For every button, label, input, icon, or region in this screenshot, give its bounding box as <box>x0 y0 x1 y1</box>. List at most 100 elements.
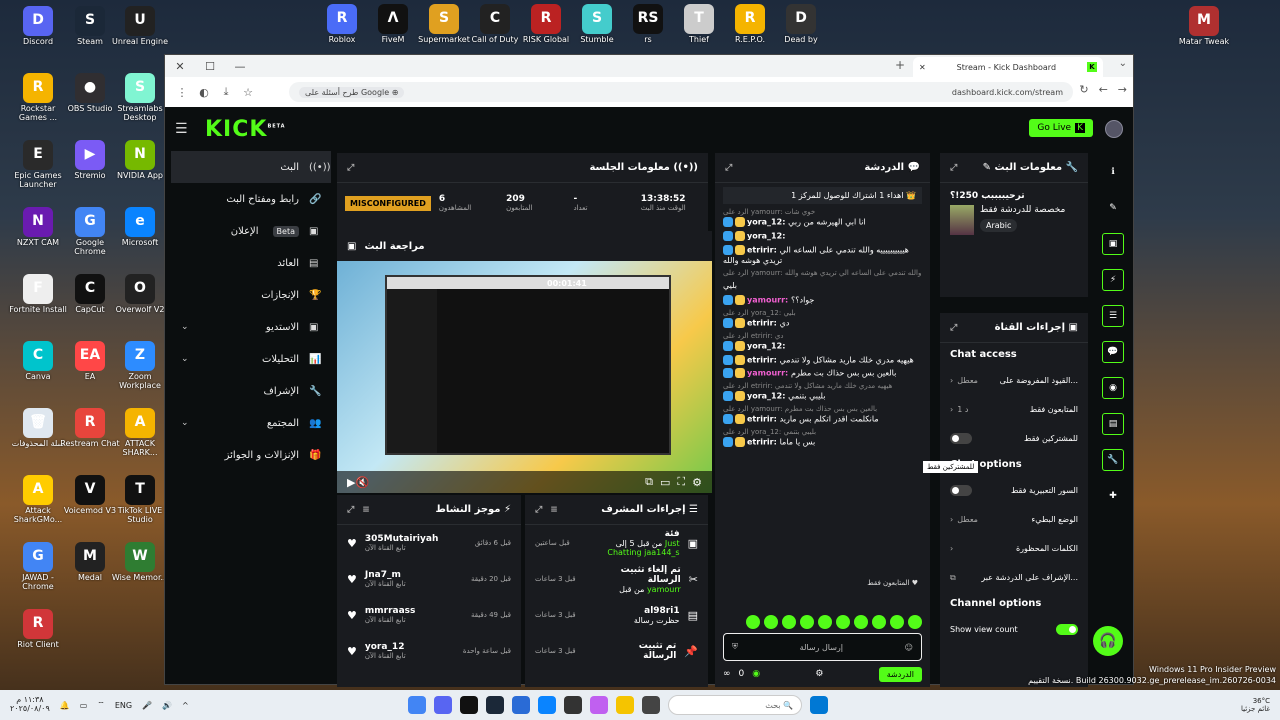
taskbar-chrome-icon[interactable] <box>408 696 426 714</box>
fullscreen-icon[interactable]: ⛶ <box>677 475 685 489</box>
sidebar-item[interactable]: 🎁 الإنزالات و الجوائز <box>171 439 331 471</box>
desktop-icon[interactable]: e Microsoft <box>110 207 170 248</box>
close-tab-icon[interactable]: ✕ <box>919 63 926 72</box>
setting-row[interactable]: › معطل الوضع البطيء <box>940 505 1088 534</box>
sidebar-item[interactable]: ⌄ 👥 المجتمع <box>171 407 331 439</box>
chat-username[interactable]: etririr: <box>747 355 780 364</box>
show-view-count-row[interactable]: Show view count <box>940 615 1088 644</box>
chat-message[interactable]: الرد على yamourr: والله تندمي على الساعه… <box>723 269 922 278</box>
desktop-icon[interactable]: T TikTok LIVE Studio <box>110 475 170 525</box>
expand-icon[interactable]: ⤢ <box>725 163 732 173</box>
avatar[interactable] <box>1105 120 1123 138</box>
desktop-icon[interactable]: A ATTACK SHARK... <box>110 408 170 458</box>
desktop-icon[interactable]: N NZXT CAM <box>8 207 68 248</box>
desktop-icon[interactable]: F Fortnite Install <box>8 274 68 315</box>
minimize-window-icon[interactable]: — <box>225 60 255 73</box>
infinity-icon[interactable]: ∞ <box>723 669 731 679</box>
chat-message[interactable]: الرد على yora_12: بليبي بتنمي etririr: بس… <box>723 428 922 448</box>
list-item[interactable]: ♥ yora_12 تابع القناة الآن قبل ساعة واحدة <box>337 633 521 669</box>
expand-icon[interactable]: ⤢ <box>347 163 354 173</box>
desktop-icon[interactable]: N NVIDIA App <box>110 140 170 181</box>
setting-toggle[interactable] <box>950 433 972 444</box>
emote[interactable] <box>836 615 850 629</box>
taskbar-app-icon[interactable] <box>486 696 504 714</box>
desktop-icon[interactable]: 🗑 سلة المحذوفات <box>8 408 68 449</box>
chat-username[interactable]: yora_12: <box>747 341 785 350</box>
play-icon[interactable]: ▶ <box>347 476 355 489</box>
emote[interactable] <box>890 615 904 629</box>
chat-message[interactable]: الرد على etririr: هيهيه مدري خلك ماريد م… <box>723 382 922 402</box>
list-item[interactable]: ♥ 305Mutairiyah تابع القناة الآن قبل 6 دقائ… <box>337 525 521 561</box>
taskbar-fivem-icon[interactable] <box>460 696 478 714</box>
volume-icon[interactable]: 🔊 <box>162 701 172 710</box>
omnibox[interactable]: طرح أسئلة على Google ⊕ dashboard.kick.co… <box>289 82 1073 102</box>
chat-message[interactable]: الرد على yora_12: بليي etririr: دي <box>723 309 922 329</box>
desktop-icon[interactable]: Z Zoom Workplace <box>110 341 170 391</box>
expand-icon[interactable]: ⤢ <box>950 323 957 333</box>
sidebar-item[interactable]: 🏆 الإنجازات <box>171 279 331 311</box>
chat-message[interactable]: الرد على yamourr: بالعين بس بس حذاك بت م… <box>723 405 922 425</box>
network-icon[interactable]: ⌔ <box>97 700 105 710</box>
setting-row[interactable]: › 1 د المتابعون فقط <box>940 395 1088 424</box>
emote[interactable] <box>854 615 868 629</box>
mic-icon[interactable]: 🎤 <box>142 701 152 710</box>
chat-username[interactable]: yora_12: <box>747 231 785 240</box>
taskbar-app-icon[interactable] <box>590 696 608 714</box>
filter-icon[interactable]: ≡ <box>362 505 370 515</box>
support-headset-icon[interactable]: 🎧 <box>1093 626 1123 656</box>
sidebar-item[interactable]: ⌄ ▣ الاستديو <box>171 311 331 343</box>
mute-icon[interactable]: 🔇 <box>355 476 369 489</box>
setting-toggle[interactable] <box>950 485 972 496</box>
bookmark-star-icon[interactable]: ☆ <box>237 86 259 99</box>
profile-icon[interactable]: ◐ <box>193 86 215 99</box>
taskbar-explorer-icon[interactable] <box>616 696 634 714</box>
emote[interactable] <box>764 615 778 629</box>
desktop-icon[interactable]: W Wise Memor... <box>110 542 170 583</box>
wrench-panel-icon[interactable]: 🔧 <box>1102 449 1124 471</box>
info-icon[interactable]: ℹ <box>1102 161 1124 183</box>
desktop-icon[interactable]: G JAWAD - Chrome <box>8 542 68 592</box>
setting-row[interactable]: ⧉ الإشراف على الدردشة عبر... <box>940 563 1088 592</box>
external-link-icon[interactable]: ⧉ <box>950 573 956 583</box>
kick-logo[interactable]: KICKBETA <box>205 117 286 142</box>
desktop-icon[interactable]: O Overwolf V2 <box>110 274 170 315</box>
channel-panel-icon[interactable]: ▤ <box>1102 413 1124 435</box>
desktop-icon[interactable]: S Streamlabs Desktop <box>110 73 170 123</box>
sidebar-item[interactable]: ((•)) البث <box>171 151 331 183</box>
expand-icon[interactable]: ⤢ <box>347 505 354 515</box>
close-window-icon[interactable]: ✕ <box>165 60 195 73</box>
desktop-icon[interactable]: U Unreal Engine <box>110 6 170 47</box>
tab-search-chevron-icon[interactable]: ⌄ <box>1119 58 1127 69</box>
desktop-icon[interactable]: R Rockstar Games ... <box>8 73 68 123</box>
desktop-icon[interactable]: D Dead by <box>771 4 831 45</box>
expand-icon[interactable]: ⤢ <box>535 505 542 515</box>
taskbar-app-icon[interactable] <box>512 696 530 714</box>
chat-username[interactable]: yora_12: <box>747 218 788 227</box>
edit-icon[interactable]: ✎ <box>1102 197 1124 219</box>
setting-row[interactable]: للمشتركين فقط <box>940 424 1088 453</box>
notification-icon[interactable]: 🔔 <box>60 701 70 710</box>
clock[interactable]: ١١:٣٨ م ٢٠٢٥/٠٨/٠٩ <box>10 695 50 714</box>
add-widget-icon[interactable]: ✚ <box>1102 485 1124 507</box>
session-panel-icon[interactable]: ◉ <box>1102 377 1124 399</box>
chat-username[interactable]: etririr: <box>747 318 780 327</box>
lightning-panel-icon[interactable]: ⚡ <box>1102 269 1124 291</box>
browser-tab-kick[interactable]: ✕ Stream - Kick Dashboard K <box>913 57 1103 77</box>
show-view-count-toggle[interactable] <box>1056 624 1078 635</box>
tray-chevron-icon[interactable]: ^ <box>182 701 189 710</box>
battery-icon[interactable]: ▭ <box>80 701 88 710</box>
google-search-chip[interactable]: طرح أسئلة على Google ⊕ <box>299 86 405 98</box>
desktop-icon[interactable]: E Epic Games Launcher <box>8 140 68 190</box>
desktop-icon-matar-tweak[interactable]: M Matar Tweak <box>1174 6 1234 47</box>
emote[interactable] <box>746 615 760 629</box>
weather-widget[interactable]: 36°C غائم جزئيا <box>1241 697 1270 714</box>
pip-icon[interactable]: ⧉ <box>645 475 653 489</box>
list-item[interactable]: ♥ Jna7_m تابع القناة الآن قبل 20 دقيقة <box>337 561 521 597</box>
expand-icon[interactable]: ⤢ <box>950 163 957 173</box>
emote[interactable] <box>908 615 922 629</box>
theater-icon[interactable]: ▭ <box>660 476 670 489</box>
chat-message[interactable]: بليي <box>723 281 922 291</box>
emote[interactable] <box>818 615 832 629</box>
chat-message[interactable]: الرد على yamourr: خوي شات yora_12: انا اب… <box>723 208 922 228</box>
filter-icon[interactable]: ≡ <box>550 505 558 515</box>
